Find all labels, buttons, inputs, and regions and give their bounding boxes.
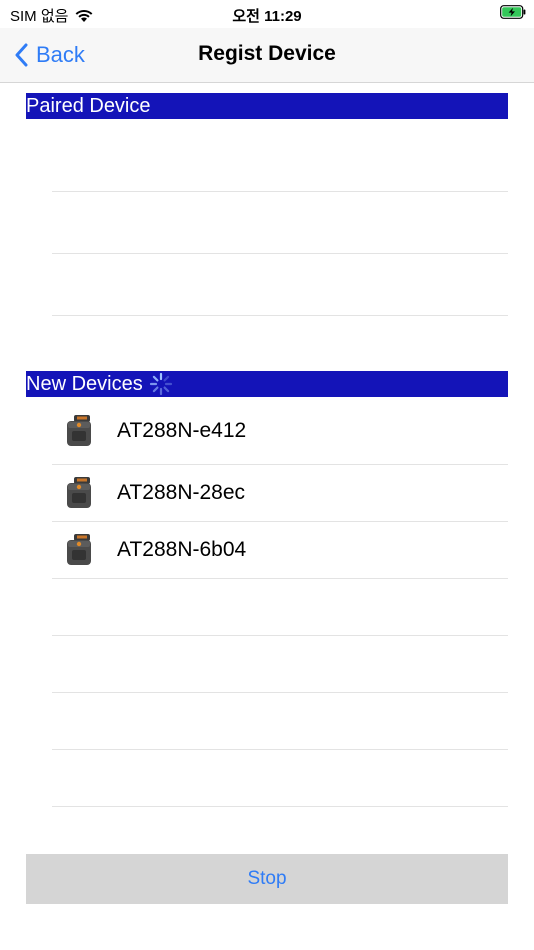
regist-device-screen: SIM 없음 오전 11:29 Back Regist Device Paire…: [0, 0, 534, 950]
scanner-device-icon: [67, 534, 91, 565]
paired-empty-row: [52, 119, 508, 192]
status-time: 오전 11:29: [232, 8, 302, 25]
scanner-device-icon: [67, 477, 91, 508]
battery-charging-icon: [500, 5, 526, 19]
empty-row: [52, 693, 508, 750]
paired-empty-row: [52, 192, 508, 254]
new-devices-header: New Devices: [26, 371, 508, 397]
device-row[interactable]: AT288N-28ec: [52, 465, 508, 522]
device-row[interactable]: AT288N-6b04: [52, 522, 508, 579]
scanner-device-icon: [67, 414, 91, 446]
status-bar: SIM 없음 오전 11:29: [0, 0, 534, 28]
device-row[interactable]: AT288N-e412: [52, 397, 508, 465]
new-devices-title: New Devices: [26, 373, 143, 395]
paired-device-header: Paired Device: [26, 93, 508, 119]
navigation-bar: Back Regist Device: [0, 28, 534, 83]
empty-row: [52, 636, 508, 693]
device-name: AT288N-6b04: [117, 538, 247, 561]
paired-empty-row: [52, 254, 508, 316]
page-title: Regist Device: [198, 42, 336, 65]
device-name: AT288N-28ec: [117, 481, 246, 504]
loading-spinner-icon: [149, 372, 172, 396]
empty-row: [52, 750, 508, 807]
stop-label: Stop: [247, 868, 287, 889]
stop-button[interactable]: Stop: [26, 854, 508, 904]
empty-row: [52, 579, 508, 636]
paired-device-title: Paired Device: [26, 95, 151, 117]
device-name: AT288N-e412: [117, 418, 247, 442]
